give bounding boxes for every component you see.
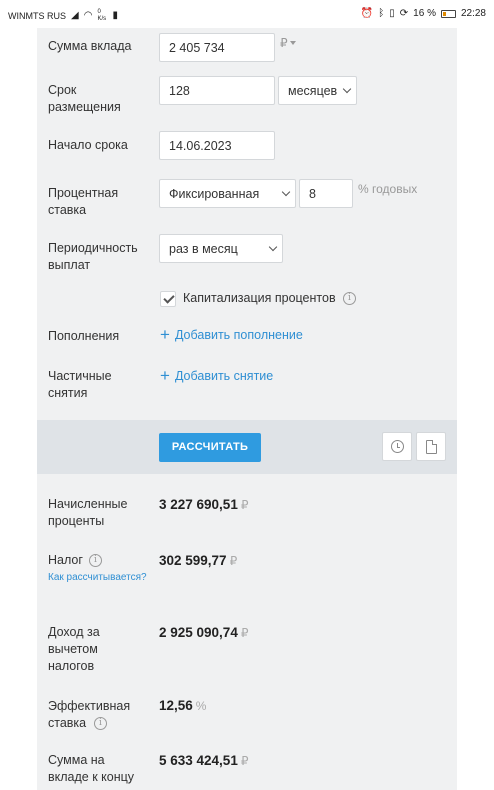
capitalization-label: Капитализация процентов (183, 291, 336, 305)
status-bar: WINMTS RUS ◢ ◠ 0 K/s ▮ ⏰ ᛒ ▯ ⟳ 16 % 22:2… (0, 0, 494, 28)
calculate-button[interactable]: РАССЧИТАТЬ (159, 433, 261, 462)
wifi-icon: ◠ (83, 10, 93, 21)
accrued-interest-value: 3 227 690,51 ₽ (159, 497, 248, 512)
add-replenishment-link[interactable]: + Добавить пополнение (160, 325, 303, 344)
payout-frequency-value: раз в месяц (169, 241, 238, 256)
deposit-amount-input[interactable]: 2 405 734 (159, 33, 275, 62)
clock: 22:28 (460, 8, 486, 19)
info-icon[interactable]: i (343, 292, 356, 305)
rotation-icon: ⟳ (399, 7, 409, 19)
income-after-tax-value: 2 925 090,74 ₽ (159, 625, 248, 640)
battery-percent: 16 % (413, 8, 436, 19)
income-after-tax-amount: 2 925 090,74 (159, 625, 238, 640)
vibrate-icon: ▯ (389, 7, 395, 19)
currency-symbol: ₽ (229, 554, 238, 568)
document-icon (426, 440, 437, 454)
currency-select[interactable]: ₽ (280, 36, 296, 50)
term-unit-select[interactable]: месяцев (278, 76, 357, 105)
effective-rate-amount: 12,56 (159, 698, 193, 713)
accrued-interest-label: Начисленные проценты (48, 497, 128, 528)
results-panel: Начисленные проценты 3 227 690,51 ₽ Налог… (37, 474, 457, 790)
payout-frequency-select[interactable]: раз в месяц (159, 234, 283, 263)
rate-unit: % годовых (358, 182, 418, 196)
alarm-icon: ⏰ (360, 7, 374, 19)
chevron-down-icon (268, 242, 278, 252)
deposit-form: Сумма вклада 2 405 734 ₽ Срок размещения… (37, 28, 457, 420)
currency-symbol: ₽ (280, 36, 288, 50)
chevron-down-icon (281, 187, 291, 197)
add-withdrawal-link[interactable]: + Добавить снятие (160, 366, 274, 385)
capitalization-checkbox[interactable] (160, 291, 176, 307)
replenishments-label: Пополнения (48, 329, 120, 343)
accrued-interest-amount: 3 227 690,51 (159, 497, 238, 512)
tax-value: 302 599,77 ₽ (159, 553, 237, 568)
rate-type-value: Фиксированная (169, 186, 260, 201)
rate-type-select[interactable]: Фиксированная (159, 179, 296, 208)
bluetooth-icon: ᛒ (378, 7, 385, 19)
currency-symbol: ₽ (240, 498, 249, 512)
term-unit-value: месяцев (288, 83, 338, 98)
start-date-input[interactable]: 14.06.2023 (159, 131, 275, 160)
net-speed: 0 K/s (97, 9, 107, 22)
interest-rate-label: Процентная ставка (48, 186, 119, 217)
rate-value-input[interactable]: 8 (299, 179, 353, 208)
term-label: Срок размещения (48, 83, 121, 114)
effective-rate-value: 12,56% (159, 698, 206, 713)
term-input[interactable]: 128 (159, 76, 275, 105)
currency-symbol: ₽ (240, 626, 249, 640)
end-balance-value: 5 633 424,51 ₽ (159, 753, 248, 768)
currency-symbol: ₽ (240, 754, 249, 768)
battery-icon (440, 9, 456, 18)
add-withdrawal-text: Добавить снятие (174, 369, 274, 383)
info-icon[interactable]: i (89, 554, 102, 567)
tax-label: Налог (48, 553, 83, 567)
partial-withdrawals-label: Частичные снятия (48, 369, 112, 400)
chevron-down-icon (342, 84, 352, 94)
tax-amount: 302 599,77 (159, 553, 227, 568)
signal-icon: ◢ (71, 10, 79, 21)
history-icon (391, 440, 404, 453)
income-after-tax-label: Доход за вычетом налогов (48, 625, 100, 673)
percent-unit: % (195, 699, 207, 713)
info-icon[interactable]: i (94, 717, 107, 730)
plus-icon: + (160, 366, 170, 385)
start-date-label: Начало срока (48, 138, 128, 152)
end-balance-amount: 5 633 424,51 (159, 753, 238, 768)
sim-icon: ▮ (112, 10, 118, 21)
document-button[interactable] (416, 432, 446, 461)
deposit-amount-label: Сумма вклада (48, 39, 132, 53)
payout-frequency-label: Периодичность выплат (48, 241, 138, 272)
effective-rate-label: Эффективная ставка (48, 699, 131, 730)
action-bar: РАССЧИТАТЬ (37, 420, 457, 474)
history-button[interactable] (382, 432, 412, 461)
add-replenishment-text: Добавить пополнение (174, 328, 303, 342)
caret-down-icon (289, 41, 296, 45)
tax-how-link[interactable]: Как рассчитывается? (48, 570, 158, 586)
carrier-name: WINMTS RUS (8, 11, 66, 21)
plus-icon: + (160, 325, 170, 344)
end-balance-label: Сумма на вкладе к концу (48, 753, 135, 784)
